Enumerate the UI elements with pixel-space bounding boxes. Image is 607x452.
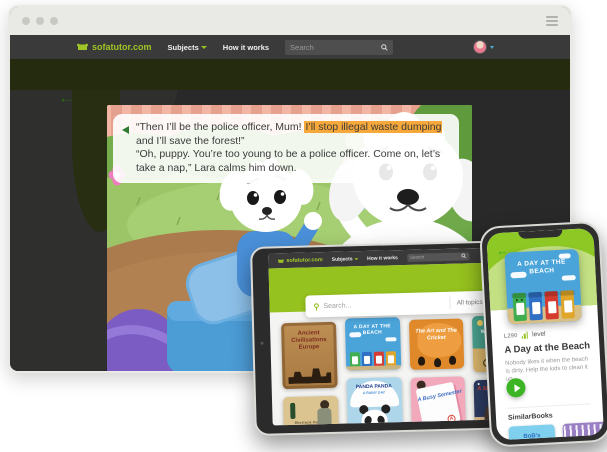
similar-books-heading: SimilarBooks [508, 412, 553, 421]
chevron-down-icon [201, 46, 207, 49]
divider [449, 297, 450, 309]
search-icon: ⚲ [313, 302, 319, 311]
cloud [561, 275, 575, 281]
library-search-input[interactable] [323, 299, 443, 309]
story-text: and I’ll save the forest!” [136, 135, 245, 147]
chevron-down-icon [490, 46, 494, 49]
sofatutor-logo[interactable]: sofatutor.com [277, 257, 323, 264]
hamburger-menu-icon[interactable] [546, 16, 558, 26]
panda-face [361, 409, 388, 425]
window-dot-icon [50, 17, 58, 25]
phone-screen: ← A DAY AT THE BEACH L290 level A Day at… [486, 228, 604, 440]
window-dot-icon [22, 17, 30, 25]
book-cover-art-and-cricket[interactable]: The Art and The Cricket [408, 318, 464, 369]
book-cover-day-at-the-beach[interactable]: A DAY AT THE BEACH [504, 249, 582, 325]
book-cover-scandal-in-bohemia[interactable]: Sherlock Holmes A Scandal in Bohemia [283, 396, 339, 426]
sofatutor-logo[interactable]: sofatutor.com [76, 42, 152, 52]
tablet-camera-icon [260, 341, 263, 344]
window-dot-icon [36, 17, 44, 25]
level-chart-icon [521, 332, 528, 339]
story-text-line2: “Oh, puppy. You’re too young to be a pol… [136, 148, 440, 174]
divider [507, 403, 590, 408]
level-code: L290 [504, 333, 518, 340]
similar-books-row: BoB's [508, 421, 604, 440]
sand [346, 365, 401, 370]
search-icon[interactable] [381, 44, 388, 51]
nav-search-box [285, 40, 393, 55]
sentence-marker-icon [122, 126, 129, 134]
story-text-box: “Then I’ll be the police officer, Mum! I… [113, 114, 459, 183]
library-search-bar: ⚲ All topics ⌄ [305, 290, 502, 317]
tree-pattern [564, 424, 605, 441]
search-input[interactable] [290, 43, 381, 52]
similar-book-bobs[interactable]: BoB's [508, 424, 556, 440]
nav-search-box [407, 252, 469, 262]
chevron-down-icon [354, 258, 358, 260]
book-cover-day-at-the-beach[interactable]: A DAY AT THE BEACH [345, 317, 401, 370]
book-cover-panda-panda[interactable]: PANDA PANDAA RAINY DAY [346, 377, 402, 425]
search-input[interactable] [410, 253, 461, 259]
reader-header-band [10, 59, 570, 90]
book-cover-busy-semester[interactable]: A Busy Semester A [410, 376, 466, 425]
similar-book-forest[interactable] [562, 421, 604, 440]
book-title: A Day at the Beach [504, 340, 590, 355]
sofa-icon [76, 42, 89, 52]
book-cover-ancient-civilisations[interactable]: Ancient Civilisations Europe [281, 322, 337, 389]
story-text: “Then I’ll be the police officer, Mum! [136, 121, 304, 133]
marketing-composition: sofatutor.com Subjects How it works ← [0, 0, 607, 452]
logo-text: sofatutor.com [92, 42, 152, 52]
nav-item-how-it-works[interactable]: How it works [367, 255, 398, 262]
cover-figure [317, 400, 332, 426]
cloud [385, 337, 396, 341]
cricket [417, 356, 424, 365]
nav-item-how-it-works[interactable]: How it works [223, 43, 269, 52]
play-button[interactable] [506, 378, 526, 398]
avatar[interactable] [473, 40, 487, 54]
browser-chrome-bar [10, 7, 570, 35]
user-menu[interactable] [473, 40, 494, 54]
nav-item-subjects[interactable]: Subjects [168, 43, 207, 52]
nav-item-subjects[interactable]: Subjects [332, 256, 358, 263]
level-info-row: L290 level [504, 331, 546, 340]
sofa-icon [277, 258, 284, 264]
phone-device: ← A DAY AT THE BEACH L290 level A Day at… [479, 221, 607, 448]
site-navbar: sofatutor.com Subjects How it works [10, 35, 570, 59]
cricket [433, 358, 440, 367]
search-icon[interactable] [461, 253, 466, 258]
topics-dropdown[interactable]: All topics [457, 298, 483, 306]
level-label: level [532, 331, 546, 339]
cover-bottle [290, 403, 295, 419]
highlighted-phrase: I’ll stop illegal waste dumping [304, 121, 442, 133]
recycling-bins [506, 290, 581, 322]
cricket [449, 356, 456, 365]
cover-silhouettes [288, 368, 331, 384]
back-arrow-icon[interactable]: ← [58, 90, 75, 108]
